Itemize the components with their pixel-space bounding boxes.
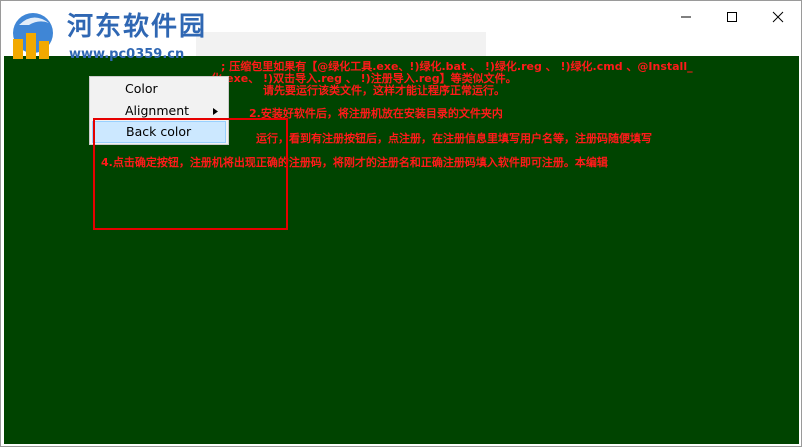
maximize-icon	[727, 11, 737, 22]
toolbar-strip	[196, 32, 486, 56]
annotation-highlight-box	[93, 118, 288, 230]
content-line-3: 请先要运行该类文件，这样才能让程序正常运行。	[263, 84, 505, 97]
app-window: ; 压缩包里如果有【@绿化工具.exe、!)绿化.bat 、 !)绿化.reg …	[0, 0, 802, 447]
watermark-logo-icon	[13, 13, 53, 59]
menu-item-color[interactable]: Color	[92, 78, 226, 100]
close-button[interactable]	[755, 1, 801, 32]
minimize-button[interactable]	[663, 1, 709, 32]
watermark-url: www.pc0359.cn	[69, 47, 185, 62]
submenu-arrow-icon	[213, 108, 218, 115]
maximize-button[interactable]	[709, 1, 755, 32]
minimize-icon	[681, 16, 691, 17]
menu-item-label: Color	[125, 81, 158, 96]
watermark-site-name: 河东软件园	[67, 12, 208, 42]
content-line-5: 运行，看到有注册按钮后，点注册，在注册信息里填写用户名等，注册码随便填写	[256, 132, 652, 145]
close-icon	[772, 11, 784, 22]
